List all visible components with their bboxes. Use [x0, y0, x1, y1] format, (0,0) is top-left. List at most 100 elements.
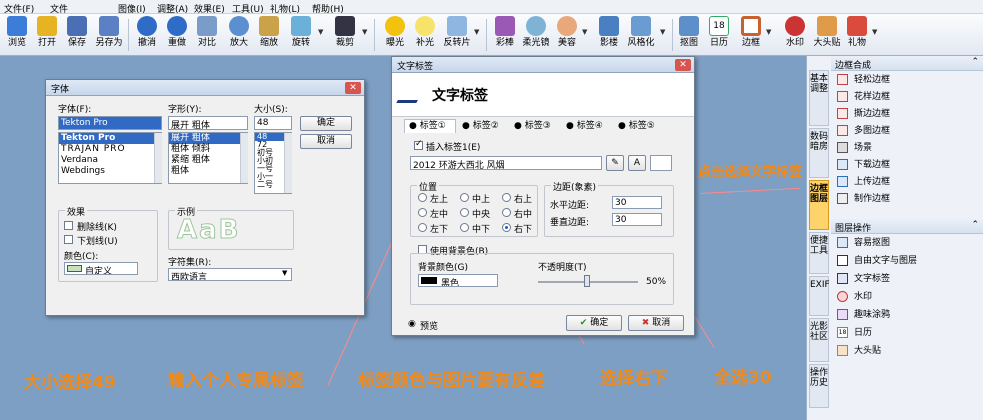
exposure-button[interactable]: 曝光 [382, 16, 408, 49]
vtab-community[interactable]: 光影社区 [809, 318, 829, 362]
collapse-icon[interactable]: ⌃ [971, 220, 979, 230]
style-input[interactable]: 展开 粗体 [168, 116, 248, 130]
strikeout-checkbox[interactable] [64, 221, 73, 230]
panel-item[interactable]: 场景 [837, 141, 872, 157]
position-radio-selected[interactable] [502, 223, 511, 232]
soft-lens-button[interactable]: 柔光镜 [520, 16, 552, 49]
save-as-button[interactable]: 另存为 [94, 16, 124, 49]
sticker-button[interactable]: 大头贴 [810, 16, 844, 49]
panel-item[interactable]: 花样边框 [837, 90, 890, 106]
tag-text-input[interactable]: 2012 环游大西北 风烟 [410, 156, 602, 170]
save-button[interactable]: 保存 [64, 16, 90, 49]
position-radio[interactable] [418, 223, 427, 232]
studio-button[interactable]: 影楼 [596, 16, 622, 49]
position-radio[interactable] [460, 193, 469, 202]
close-icon[interactable]: ✕ [675, 59, 691, 71]
ok-button[interactable]: 确定 [300, 116, 352, 131]
panel-item[interactable]: 大头贴 [837, 344, 881, 360]
rotate-dropdown-icon[interactable]: ▼ [318, 28, 323, 36]
font-list[interactable]: Tekton Pro TRAJAN PRO Verdana Webdings [58, 132, 162, 184]
gift-dropdown-icon[interactable]: ▼ [872, 28, 877, 36]
font-style-icon[interactable]: A [628, 155, 646, 171]
font-input[interactable]: Tekton Pro [58, 116, 162, 130]
panel-item[interactable]: 上传边框 [837, 175, 890, 191]
panel-item[interactable]: 容易抠图 [837, 236, 890, 252]
undo-button[interactable]: 撤消 [134, 16, 160, 49]
gift-button[interactable]: 礼物 [846, 16, 868, 49]
calendar-button[interactable]: 18 日历 [708, 16, 730, 49]
list-item[interactable]: 紧缩 粗体 [169, 155, 247, 166]
underline-checkbox[interactable] [64, 235, 73, 244]
h-margin-input[interactable]: 30 [612, 196, 662, 209]
cutout-button[interactable]: 抠图 [678, 16, 700, 49]
panel-item[interactable]: 文字标签 [837, 272, 890, 288]
panel-item[interactable]: 轻松边框 [837, 73, 890, 89]
stylize-dropdown-icon[interactable]: ▼ [660, 28, 665, 36]
position-radio[interactable] [460, 223, 469, 232]
list-item[interactable]: 展开 粗体 [169, 133, 247, 144]
panel-item[interactable]: 下载边框 [837, 158, 890, 174]
opacity-slider-thumb[interactable] [584, 275, 590, 287]
vtab-exif[interactable]: EXIF [809, 276, 830, 316]
reversal-film-button[interactable]: 反转片 [442, 16, 472, 49]
panel-item[interactable]: 多图边框 [837, 124, 890, 140]
position-radio[interactable] [502, 208, 511, 217]
position-radio[interactable] [460, 208, 469, 217]
resize-button[interactable]: 缩放 [256, 16, 282, 49]
compare-button[interactable]: 对比 [194, 16, 220, 49]
open-button[interactable]: 打开 [34, 16, 60, 49]
vtab-basic-adjust[interactable]: 基本调整 [809, 70, 829, 126]
watermark-button[interactable]: 水印 [782, 16, 808, 49]
collapse-icon[interactable]: ⌃ [971, 57, 979, 67]
panel-item[interactable]: 自由文字与图层 [837, 254, 917, 270]
zoom-in-button[interactable]: 放大 [226, 16, 252, 49]
list-item[interactable]: Verdana [59, 155, 161, 166]
insert-tag-checkbox[interactable]: ✓ [414, 139, 423, 150]
beauty-dropdown-icon[interactable]: ▼ [582, 28, 587, 36]
border-button[interactable]: 边框 [738, 16, 764, 49]
position-radio[interactable] [502, 193, 511, 202]
cancel-button[interactable]: 取消 [300, 134, 352, 149]
vtab-tools[interactable]: 便捷工具 [809, 232, 829, 274]
border-dropdown-icon[interactable]: ▼ [766, 28, 771, 36]
font-list-scrollbar[interactable] [154, 133, 162, 183]
chevron-down-icon[interactable]: ▼ [282, 269, 287, 277]
preview-link[interactable]: 预览 [420, 319, 438, 332]
vtab-frame-layer[interactable]: 边框图层 [809, 180, 829, 230]
style-list-scrollbar[interactable] [240, 133, 248, 183]
browse-button[interactable]: 浏览 [4, 16, 30, 49]
vtab-history[interactable]: 操作历史 [809, 364, 829, 408]
crop-dropdown-icon[interactable]: ▼ [362, 28, 367, 36]
tab-tag-2[interactable]: ● 标签② [458, 120, 508, 133]
style-list[interactable]: 展开 粗体 粗体 倾斜 紧缩 粗体 粗体 [168, 132, 248, 184]
list-item[interactable]: TRAJAN PRO [59, 144, 161, 155]
size-list-scrollbar[interactable] [284, 133, 292, 193]
pen-icon[interactable]: ✎ [606, 155, 624, 171]
cancel-button[interactable]: ✖ 取消 [628, 315, 684, 331]
panel-item[interactable]: 水印 [837, 290, 872, 306]
tab-tag-4[interactable]: ● 标签④ [562, 120, 612, 133]
panel-item[interactable]: 趣味涂鸦 [837, 308, 890, 324]
charset-select[interactable]: 西欧语言 [168, 268, 292, 281]
layer-section-header[interactable]: 图层操作 ⌃ [831, 219, 983, 234]
frame-section-header[interactable]: 边框合成 ⌃ [831, 56, 983, 71]
list-item[interactable]: Webdings [59, 166, 161, 177]
panel-item[interactable]: 撕边边框 [837, 107, 890, 123]
list-item[interactable]: Tekton Pro [59, 133, 161, 144]
position-radio[interactable] [418, 208, 427, 217]
size-input[interactable]: 48 [254, 116, 292, 130]
panel-item[interactable]: 制作边框 [837, 192, 890, 208]
position-radio[interactable] [418, 193, 427, 202]
panel-item[interactable]: 18 日历 [837, 326, 872, 342]
crop-button[interactable]: 裁剪 [332, 16, 358, 49]
list-item[interactable]: 粗体 倾斜 [169, 144, 247, 155]
beauty-button[interactable]: 美容 [554, 16, 580, 49]
list-item[interactable]: 粗体 [169, 166, 247, 177]
fill-light-button[interactable]: 补光 [412, 16, 438, 49]
tab-tag-1[interactable]: ● 标签① [404, 119, 456, 133]
stylize-button[interactable]: 风格化 [626, 16, 656, 49]
rotate-button[interactable]: 旋转 [288, 16, 314, 49]
redo-button[interactable]: 重做 [164, 16, 190, 49]
v-margin-input[interactable]: 30 [612, 213, 662, 226]
film-dropdown-icon[interactable]: ▼ [474, 28, 479, 36]
